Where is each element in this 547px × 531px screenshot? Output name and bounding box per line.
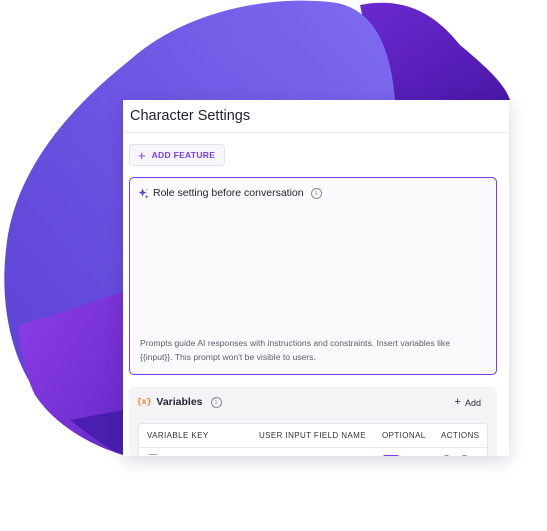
column-header-variable-key: VARIABLE KEY [147, 431, 209, 440]
panel-header: Character Settings [123, 100, 509, 133]
role-setting-editor[interactable]: Role setting before conversation i Promp… [129, 177, 497, 375]
settings-icon[interactable] [443, 455, 450, 456]
role-setting-help-text: Prompts guide AI responses with instruct… [140, 338, 450, 362]
column-header-field-name: USER INPUT FIELD NAME [259, 431, 366, 440]
add-variable-label: Add [464, 397, 481, 408]
info-icon[interactable]: i [210, 396, 222, 408]
page-title: Character Settings [130, 108, 251, 124]
delete-icon[interactable] [461, 455, 468, 456]
drag-handle-icon[interactable] [149, 454, 157, 456]
add-variable-button[interactable]: + Add [455, 397, 481, 408]
variables-title: Variables [156, 396, 203, 408]
role-setting-title: Role setting before conversation [153, 187, 304, 199]
sparkle-icon [138, 187, 149, 199]
plus-icon: + [138, 147, 146, 163]
character-settings-panel: Character Settings + ADD FEATURE Role se… [123, 100, 509, 456]
variables-table: VARIABLE KEY USER INPUT FIELD NAME OPTIO… [138, 423, 488, 456]
variables-header: {x} Variables i [137, 396, 222, 408]
plus-icon: + [454, 396, 461, 408]
add-feature-button[interactable]: + ADD FEATURE [129, 144, 226, 166]
column-header-actions: ACTIONS [441, 431, 480, 440]
info-icon[interactable]: i [310, 187, 322, 199]
add-feature-label: ADD FEATURE [151, 150, 216, 160]
optional-toggle[interactable] [382, 455, 400, 456]
variable-icon: {x} [137, 397, 152, 407]
screenshot-stage: Character Settings + ADD FEATURE Role se… [0, 0, 547, 531]
role-setting-header: Role setting before conversation i [138, 187, 322, 199]
column-header-optional: OPTIONAL [382, 431, 426, 440]
variables-section: {x} Variables i + Add VARIABLE KEY USER … [129, 387, 497, 456]
table-header: VARIABLE KEY USER INPUT FIELD NAME OPTIO… [139, 424, 487, 448]
